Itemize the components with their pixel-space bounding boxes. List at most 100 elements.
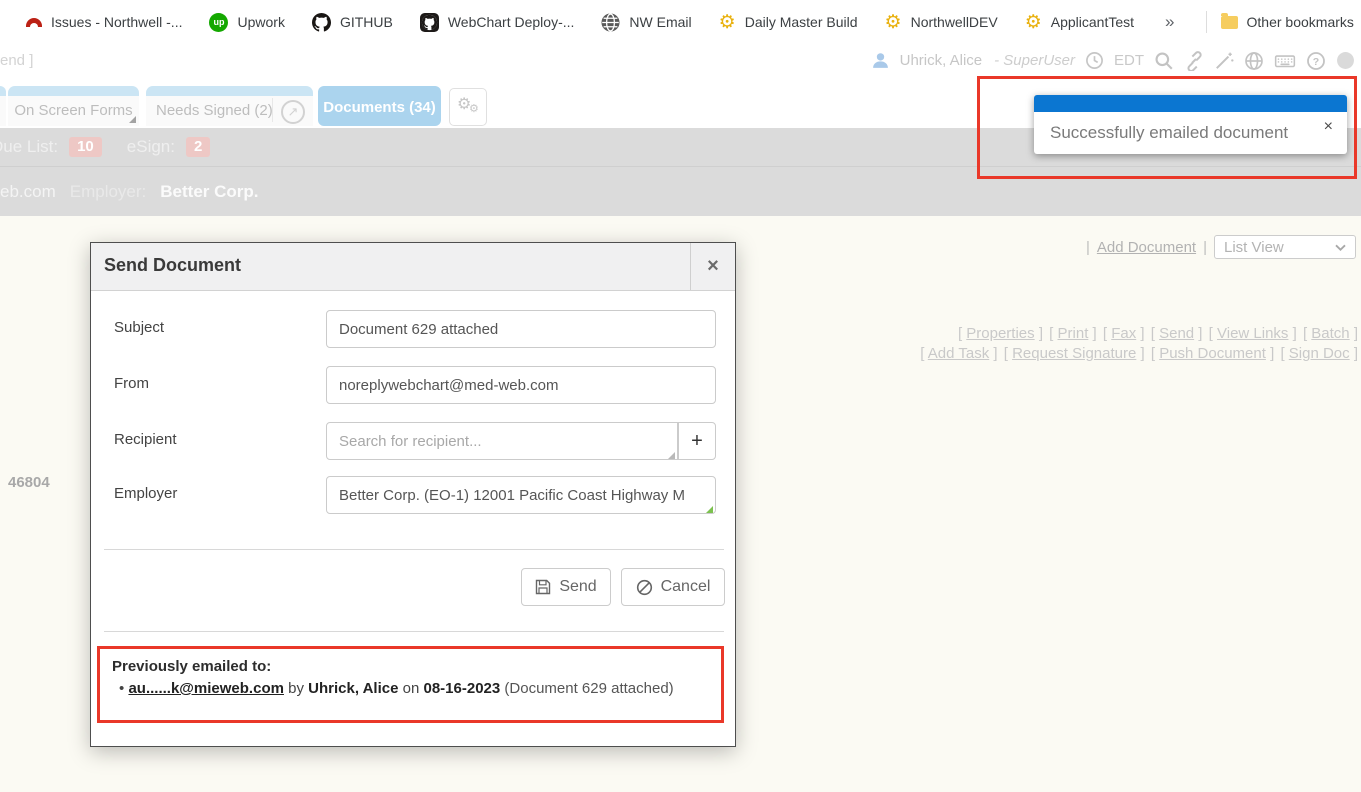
bookmark-nw-email[interactable]: NW Email <box>601 13 691 32</box>
bookmark-github[interactable]: GITHUB <box>312 13 393 32</box>
bookmark-label: Daily Master Build <box>745 14 858 30</box>
timezone-label: EDT <box>1114 52 1144 69</box>
zip-code-fragment: 46804 <box>8 474 50 491</box>
other-bookmarks[interactable]: Other bookmarks <box>1221 14 1354 30</box>
bookmark-northwelldev[interactable]: ⚙ NorthwellDEV <box>885 13 998 32</box>
send-button[interactable]: Send <box>521 568 611 606</box>
batch-link[interactable]: Batch <box>1311 325 1349 342</box>
add-document-link[interactable]: Add Document <box>1097 239 1196 256</box>
resize-handle-icon[interactable] <box>668 452 675 459</box>
history-date: 08-16-2023 <box>424 680 501 697</box>
bookmark-label: GITHUB <box>340 14 393 30</box>
status-circle-icon <box>1336 51 1355 70</box>
patient-email-fragment: eb.com <box>0 182 56 202</box>
bookmarks-overflow-chevron[interactable]: » <box>1161 12 1178 32</box>
tab-settings-button[interactable]: ⚙ ⚙ <box>449 88 487 126</box>
toast-message: Successfully emailed document <box>1050 123 1288 143</box>
sign-doc-link[interactable]: Sign Doc <box>1289 345 1350 362</box>
subject-input[interactable] <box>326 310 716 348</box>
bookmark-upwork[interactable]: up Upwork <box>209 13 284 32</box>
send-link[interactable]: Send <box>1159 325 1194 342</box>
recipient-label: Recipient <box>114 431 177 448</box>
tab-separator <box>272 98 273 122</box>
add-task-link[interactable]: Add Task <box>928 345 989 362</box>
view-select-value: List View <box>1224 239 1284 256</box>
modal-title: Send Document <box>104 255 241 276</box>
clock-icon[interactable] <box>1085 51 1104 70</box>
employer-input[interactable] <box>326 476 716 514</box>
toast-close-icon[interactable]: × <box>1324 118 1333 136</box>
bookmark-daily-master-build[interactable]: ⚙ Daily Master Build <box>719 13 858 32</box>
esign-label: eSign: <box>127 137 175 157</box>
view-select[interactable]: List View <box>1214 235 1356 259</box>
history-note: (Document 629 attached) <box>504 680 673 697</box>
subject-label: Subject <box>114 319 164 336</box>
esign-badge[interactable]: 2 <box>186 137 210 157</box>
tab-label: On Screen Forms <box>8 102 139 119</box>
bookmarks-divider <box>1206 11 1207 33</box>
bookmark-webchart-deploy[interactable]: WebChart Deploy-... <box>420 13 575 32</box>
github-icon <box>312 13 331 32</box>
history-email-link[interactable]: au......k@mieweb.com <box>128 680 284 697</box>
gear-icon: ⚙ <box>719 13 736 32</box>
app-header: end ] Uhrick, Alice - SuperUser EDT <box>0 44 1361 78</box>
keyboard-icon[interactable] <box>1274 51 1296 71</box>
bookmark-applicanttest[interactable]: ⚙ ApplicantTest <box>1025 13 1134 32</box>
toast-header-bar <box>1034 95 1347 112</box>
sign-jump-icon[interactable]: ↗ <box>281 100 305 124</box>
from-input[interactable] <box>326 366 716 404</box>
modal-close-button[interactable]: × <box>690 243 735 290</box>
cancel-icon <box>636 579 653 596</box>
globe-icon[interactable] <box>1244 51 1264 71</box>
search-icon[interactable] <box>1154 51 1174 71</box>
gears-icon: ⚙ <box>469 102 479 115</box>
modal-header[interactable]: Send Document × <box>91 243 735 291</box>
due-list-badge[interactable]: 10 <box>69 137 102 157</box>
tab-needs-signed[interactable]: Needs Signed (2) ↗ <box>146 86 313 126</box>
employer-label: Employer: <box>70 182 147 202</box>
employer-label: Employer <box>114 485 177 502</box>
bookmark-label: NW Email <box>629 14 691 30</box>
add-recipient-button[interactable]: + <box>678 422 716 460</box>
view-links-link[interactable]: View Links <box>1217 325 1288 342</box>
bookmark-issues-northwell[interactable]: Issues - Northwell -... <box>26 14 182 30</box>
save-icon <box>535 579 551 595</box>
action-links-row-1: [ Properties ] [ Print ] [ Fax ] [ Send … <box>918 324 1358 344</box>
recipient-input[interactable] <box>326 422 678 460</box>
header-user-area: Uhrick, Alice - SuperUser EDT ? <box>871 44 1355 77</box>
user-icon <box>871 51 890 70</box>
bookmark-label: NorthwellDEV <box>911 14 998 30</box>
resize-handle-icon[interactable] <box>706 506 713 513</box>
print-link[interactable]: Print <box>1058 325 1089 342</box>
tab-documents[interactable]: Documents (34) <box>318 86 441 126</box>
divider <box>104 631 724 632</box>
document-action-links: [ Properties ] [ Print ] [ Fax ] [ Send … <box>918 324 1358 364</box>
cancel-button[interactable]: Cancel <box>621 568 725 606</box>
history-sender: Uhrick, Alice <box>308 680 398 697</box>
bookmark-label: WebChart Deploy-... <box>448 14 575 30</box>
other-bookmarks-label: Other bookmarks <box>1247 14 1354 30</box>
toast-notification: Successfully emailed document × <box>1034 95 1347 154</box>
from-label: From <box>114 375 149 392</box>
push-document-link[interactable]: Push Document <box>1159 345 1266 362</box>
tab-on-screen-forms[interactable]: On Screen Forms <box>8 86 139 126</box>
wand-icon[interactable] <box>1214 51 1234 71</box>
due-list-label: Due List: <box>0 137 58 157</box>
tab-dropdown-corner-icon <box>129 116 136 123</box>
bullet: • <box>119 680 124 697</box>
link-icon[interactable] <box>1184 51 1204 71</box>
gear-icon: ⚙ <box>885 13 902 32</box>
help-icon[interactable]: ? <box>1306 51 1326 71</box>
globe-icon <box>601 13 620 32</box>
previously-emailed-box: Previously emailed to: • au......k@miewe… <box>97 646 724 723</box>
separator: | <box>1203 239 1207 256</box>
user-name[interactable]: Uhrick, Alice <box>900 52 983 69</box>
properties-link[interactable]: Properties <box>966 325 1034 342</box>
header-left-fragment: end ] <box>0 52 33 69</box>
separator: | <box>1086 239 1090 256</box>
bookmark-label: Issues - Northwell -... <box>51 14 182 30</box>
fax-link[interactable]: Fax <box>1111 325 1136 342</box>
bookmark-label: ApplicantTest <box>1051 14 1134 30</box>
bookmarks-bar: Issues - Northwell -... up Upwork GITHUB… <box>0 0 1361 45</box>
request-signature-link[interactable]: Request Signature <box>1012 345 1136 362</box>
